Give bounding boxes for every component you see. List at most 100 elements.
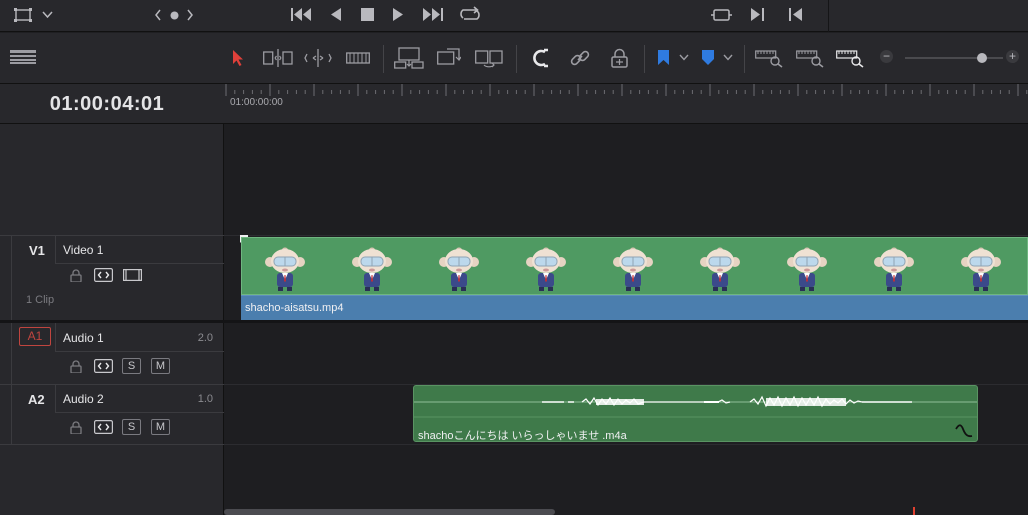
video-clip[interactable]: shacho-aisatsu.mp4	[241, 237, 1028, 320]
track-a2-id[interactable]: A2	[28, 392, 45, 407]
timeline-ruler[interactable]: 01:00:00:00	[224, 84, 1028, 124]
track-divider	[224, 444, 1028, 445]
zoom-detail-icon[interactable]	[796, 48, 826, 68]
selection-arrow-icon[interactable]	[232, 49, 244, 67]
disable-video-track-icon[interactable]	[123, 269, 142, 281]
play-icon[interactable]	[393, 8, 404, 21]
track-v1-id[interactable]: V1	[29, 243, 45, 258]
dynamic-trim-icon[interactable]	[304, 49, 332, 67]
header-divider	[55, 351, 224, 352]
next-clip-icon[interactable]	[186, 9, 194, 21]
audio-clip[interactable]: shachoこんにちは いらっしゃいませ .m4a	[413, 385, 978, 442]
edit-toolbar: − +	[0, 33, 1028, 84]
zoom-slider[interactable]	[905, 53, 1003, 63]
timeline-view-options-icon[interactable]	[10, 50, 36, 64]
track-v1-name[interactable]: Video 1	[63, 243, 103, 257]
track-v1-clip-count: 1 Clip	[26, 294, 55, 306]
track-color-strip	[11, 323, 12, 385]
track-divider	[0, 384, 224, 385]
zoom-custom-icon[interactable]	[836, 48, 866, 68]
header-divider	[55, 412, 224, 413]
video-frame-thumbnail	[352, 247, 392, 291]
trim-edit-icon[interactable]	[263, 49, 293, 67]
stop-icon[interactable]	[361, 8, 374, 21]
viewer-layout-icon[interactable]	[14, 8, 32, 22]
video-clip-name: shacho-aisatsu.mp4	[245, 302, 344, 314]
lock-icon[interactable]	[70, 421, 82, 434]
insert-clip-icon[interactable]	[394, 47, 424, 69]
prev-edit-icon[interactable]	[788, 8, 802, 21]
chevron-down-icon[interactable]	[42, 11, 53, 19]
auto-select-icon[interactable]	[94, 268, 113, 282]
video-frame-thumbnail	[439, 247, 479, 291]
video-frame-thumbnail	[700, 247, 740, 291]
blade-edit-icon[interactable]	[346, 51, 370, 65]
position-lock-icon[interactable]	[611, 48, 628, 68]
mute-button[interactable]: M	[151, 358, 170, 374]
go-to-end-icon[interactable]	[421, 7, 443, 22]
toolbar-divider	[644, 45, 645, 73]
loop-icon[interactable]	[459, 6, 481, 23]
transport-divider	[828, 0, 829, 32]
video-clip-label-bar: shacho-aisatsu.mp4	[241, 295, 1028, 320]
audio-waveform	[414, 395, 977, 418]
track-divider	[224, 235, 1028, 236]
audio-curve-icon[interactable]	[955, 424, 973, 438]
flag-chevron-down-icon[interactable]	[679, 54, 689, 61]
audio-clip-name: shachoこんにちは いらっしゃいませ .m4a	[418, 430, 627, 442]
zoom-out-button[interactable]: −	[880, 50, 893, 63]
track-headers: V1 Video 1 1 Clip A1 Audio 1 2.0 S M A2 …	[0, 124, 224, 515]
video-frame-thumbnail	[961, 247, 1001, 291]
zoom-slider-knob[interactable]	[977, 53, 988, 63]
track-divider	[224, 320, 1028, 323]
video-frame-thumbnail	[874, 247, 914, 291]
track-divider	[0, 444, 224, 445]
playhead-marker	[913, 507, 915, 515]
current-timecode[interactable]: 01:00:04:01	[0, 84, 214, 124]
track-a2-channels: 1.0	[197, 393, 213, 405]
lock-icon[interactable]	[70, 269, 82, 282]
track-divider	[0, 320, 224, 323]
track-a1-id[interactable]: A1	[19, 327, 51, 346]
mute-button[interactable]: M	[151, 419, 170, 435]
next-edit-icon[interactable]	[751, 8, 765, 21]
video-frame-thumbnail	[613, 247, 653, 291]
ruler-ticks	[225, 84, 1028, 96]
header-divider	[55, 323, 56, 351]
jog-dot-icon[interactable]	[170, 11, 179, 20]
solo-button[interactable]: S	[122, 358, 141, 374]
header-divider	[55, 385, 56, 413]
track-color-strip	[11, 236, 12, 321]
track-a1-name[interactable]: Audio 1	[63, 331, 104, 345]
match-frame-icon[interactable]	[711, 7, 732, 23]
flag-icon[interactable]	[658, 50, 669, 65]
header-divider	[55, 263, 224, 264]
marker-icon[interactable]	[702, 50, 714, 65]
solo-button[interactable]: S	[122, 419, 141, 435]
video-frame-thumbnail	[265, 247, 305, 291]
toolbar-divider	[744, 45, 745, 73]
horizontal-scrollbar[interactable]	[224, 509, 555, 515]
toolbar-divider	[383, 45, 384, 73]
auto-select-icon[interactable]	[94, 359, 113, 373]
header-divider	[55, 236, 56, 264]
track-color-strip	[11, 385, 12, 444]
go-to-start-icon[interactable]	[291, 7, 313, 22]
video-clip-thumbnails	[241, 237, 1028, 295]
toolbar-divider	[516, 45, 517, 73]
lock-icon[interactable]	[70, 360, 82, 373]
zoom-in-button[interactable]: +	[1006, 50, 1019, 63]
track-a2-name[interactable]: Audio 2	[63, 392, 104, 406]
auto-select-icon[interactable]	[94, 420, 113, 434]
replace-clip-icon[interactable]	[475, 47, 503, 69]
zoom-full-extent-icon[interactable]	[755, 48, 785, 68]
video-frame-thumbnail	[526, 247, 566, 291]
prev-clip-icon[interactable]	[154, 9, 162, 21]
timecode-panel: 01:00:04:01	[0, 84, 224, 124]
overwrite-clip-icon[interactable]	[437, 47, 461, 69]
snapping-magnet-icon[interactable]	[531, 48, 551, 68]
linked-selection-icon[interactable]	[570, 49, 590, 67]
marker-chevron-down-icon[interactable]	[723, 54, 733, 61]
transport-bar	[0, 0, 1028, 32]
reverse-play-icon[interactable]	[331, 8, 342, 21]
